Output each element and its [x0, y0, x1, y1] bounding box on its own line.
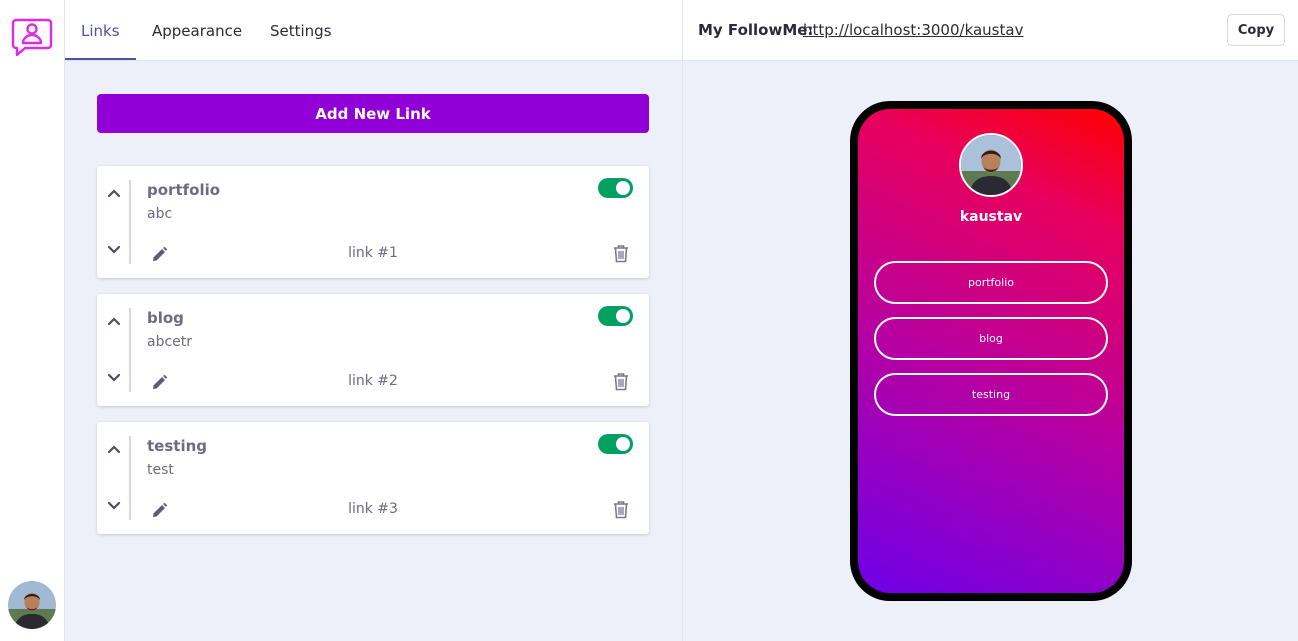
preview-link-button[interactable]: blog	[874, 317, 1108, 360]
phone-preview: kaustav portfolio blog testing	[850, 101, 1132, 601]
profile-avatar	[959, 133, 1023, 197]
link-enabled-toggle[interactable]	[598, 178, 633, 198]
pencil-icon[interactable]	[151, 374, 168, 391]
left-rail	[0, 0, 65, 641]
tab-links[interactable]: Links	[81, 22, 120, 40]
preview-pane: My FollowMe: http://localhost:3000/kaust…	[682, 0, 1298, 641]
trash-icon[interactable]	[613, 244, 629, 263]
copy-button[interactable]: Copy	[1227, 14, 1285, 46]
share-label: My FollowMe:	[698, 21, 814, 39]
share-bar: My FollowMe: http://localhost:3000/kaust…	[683, 0, 1298, 61]
chevron-up-icon[interactable]	[107, 444, 121, 454]
trash-icon[interactable]	[613, 500, 629, 519]
link-number: link #2	[348, 373, 398, 389]
chevron-up-icon[interactable]	[107, 188, 121, 198]
preview-link-button[interactable]: testing	[874, 373, 1108, 416]
link-card: testing test link #3	[97, 422, 649, 534]
phone-screen: kaustav portfolio blog testing	[858, 109, 1124, 593]
preview-link-button[interactable]: portfolio	[874, 261, 1108, 304]
tab-bar: Links Appearance Settings	[65, 0, 682, 61]
pencil-icon[interactable]	[151, 502, 168, 519]
link-title[interactable]: testing	[147, 437, 207, 455]
logo-icon[interactable]	[11, 16, 53, 58]
link-card: portfolio abc link #1	[97, 166, 649, 278]
trash-icon[interactable]	[613, 372, 629, 391]
link-url[interactable]: abc	[147, 206, 172, 222]
link-url[interactable]: abcetr	[147, 334, 192, 350]
profile-name: kaustav	[959, 209, 1023, 225]
link-enabled-toggle[interactable]	[598, 434, 633, 454]
chevron-up-icon[interactable]	[107, 316, 121, 326]
link-card: blog abcetr link #2	[97, 294, 649, 406]
links-editor: Add New Link portfolio abc link #1 blog …	[65, 61, 682, 641]
link-url[interactable]: test	[147, 462, 174, 478]
tab-appearance[interactable]: Appearance	[152, 22, 242, 40]
pencil-icon[interactable]	[151, 246, 168, 263]
link-title[interactable]: portfolio	[147, 181, 220, 199]
link-title[interactable]: blog	[147, 309, 184, 327]
link-enabled-toggle[interactable]	[598, 306, 633, 326]
tab-indicator	[65, 58, 136, 60]
add-new-link-button[interactable]: Add New Link	[97, 94, 649, 133]
link-number: link #3	[348, 501, 398, 517]
tab-settings[interactable]: Settings	[270, 22, 332, 40]
link-number: link #1	[348, 245, 398, 261]
share-url-link[interactable]: http://localhost:3000/kaustav	[803, 21, 1023, 39]
avatar[interactable]	[8, 581, 56, 629]
